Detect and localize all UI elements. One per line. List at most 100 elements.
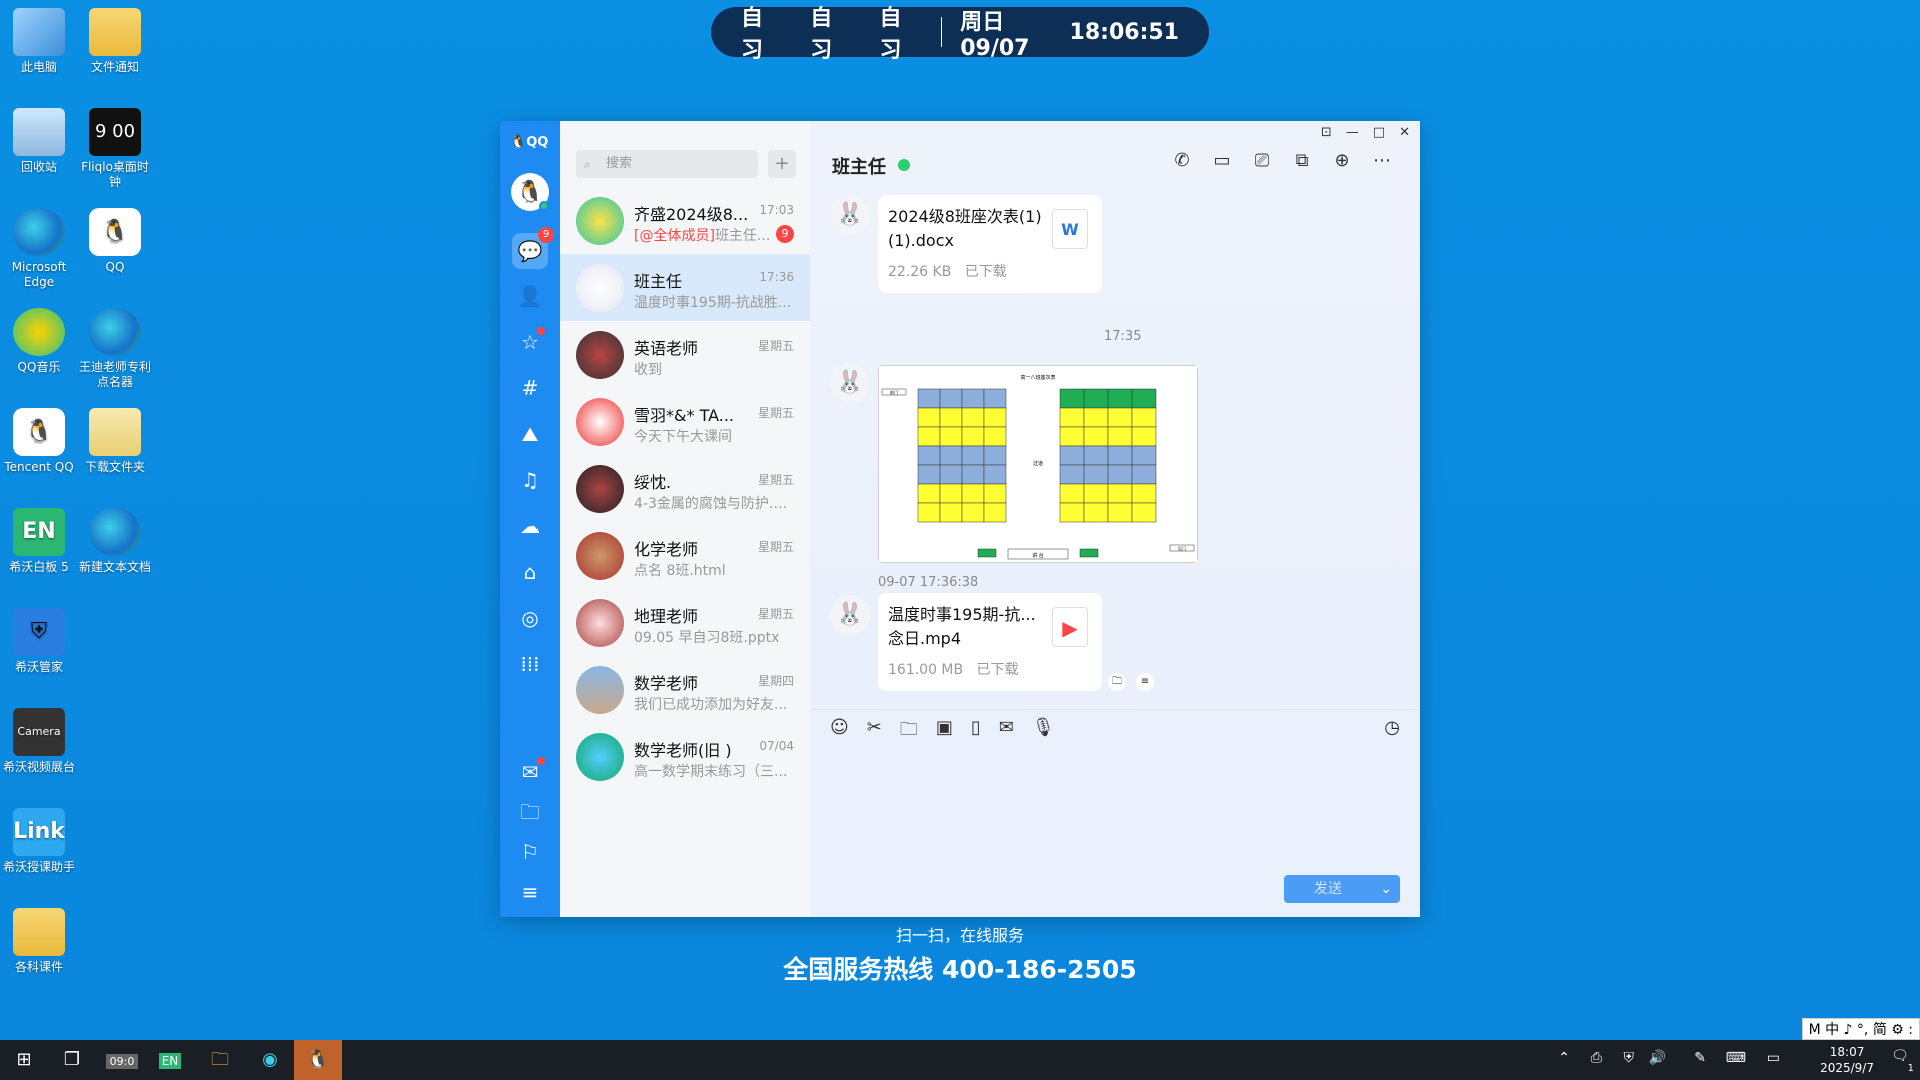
minimize-icon[interactable]: — <box>1346 125 1359 140</box>
taskbar-fliqlo[interactable]: 09:0 <box>98 1040 146 1080</box>
search-input[interactable]: ⌕ 搜索 <box>576 150 758 178</box>
map-nav[interactable]: ⛰ <box>515 419 545 449</box>
desktop-icon[interactable]: ▭ <box>1767 1050 1780 1066</box>
desktop-icon-2[interactable]: 回收站 <box>0 104 78 175</box>
desktop-icon-14[interactable]: Link 希沃授课助手 <box>0 804 78 875</box>
user-avatar[interactable]: 🐧 <box>511 173 549 211</box>
scissors-icon[interactable]: ✂ <box>867 717 882 747</box>
seat-cell <box>1131 464 1157 485</box>
screen-share-icon[interactable]: ⎚ <box>1250 149 1274 173</box>
desktop-icon-7[interactable]: 王迪老师专利点名器 <box>76 304 154 390</box>
seat-cell <box>983 483 1007 504</box>
desktop-icon-11[interactable]: 新建文本文档 <box>76 504 154 575</box>
desktop-icon-8[interactable]: 🐧 Tencent QQ <box>0 404 78 475</box>
chevron-down-icon[interactable]: ⌄ <box>1380 875 1392 903</box>
weather-nav[interactable]: ☁ <box>515 511 545 541</box>
emoji-icon[interactable]: ☺ <box>830 717 849 747</box>
podium-label: 讲 台 <box>1032 552 1044 559</box>
desktop-icon-0[interactable]: 此电脑 <box>0 4 78 75</box>
microphone-icon[interactable]: 🎙 <box>1032 717 1055 747</box>
desktop-icon-13[interactable]: Camera 希沃视频展台 <box>0 704 78 775</box>
taskbar-clock[interactable]: 18:07 2025/9/7 <box>1820 1044 1874 1076</box>
screenshot-icon[interactable]: ⧉ <box>1290 149 1314 173</box>
red-packet-icon[interactable]: ✉ <box>999 717 1014 747</box>
maximize-icon[interactable]: □ <box>1373 125 1385 140</box>
sender-avatar[interactable]: 🐰 <box>830 363 870 403</box>
sender-avatar[interactable]: 🐰 <box>830 595 870 635</box>
chat-preview: 我们已成功添加为好友... <box>634 694 794 714</box>
network-icon[interactable]: ⎙ <box>1591 1050 1602 1066</box>
chat-preview: 今天下午大课间 <box>634 426 794 446</box>
pen-icon[interactable]: ✎ <box>1694 1050 1706 1066</box>
taskbar-edge[interactable]: ◉ <box>246 1040 294 1080</box>
history-clock-icon[interactable]: ◷ <box>1384 717 1400 738</box>
qq-window: 🐧QQ 🐧 💬 9 👤 ☆ # ⛰ ♫ ☁ ⌂ ◎ ⁞⁞⁞ ✉ 🗀 ⚐ ≡ ⌕ … <box>500 121 1420 917</box>
keyboard-icon[interactable]: ⌨ <box>1726 1050 1746 1066</box>
desktop-icon-1[interactable]: 文件通知 <box>76 4 154 75</box>
chat-list-item[interactable]: 英语老师 星期五 收到 <box>560 321 810 388</box>
taskbar-qq[interactable]: 🐧 <box>294 1040 342 1080</box>
docs-nav[interactable]: ⌂ <box>515 557 545 587</box>
favorites-nav[interactable]: ☆ <box>515 327 545 357</box>
desktop-icon-10[interactable]: EN 希沃白板 5 <box>0 504 78 575</box>
open-folder-icon[interactable]: 🗀 <box>1108 673 1126 691</box>
close-icon[interactable]: ✕ <box>1399 125 1410 140</box>
files-nav[interactable]: 🗀 <box>515 797 545 827</box>
menu-nav[interactable]: ≡ <box>515 877 545 907</box>
conversation-toolbar: ✆ ▭ ⎚ ⧉ ⊕ ⋯ <box>1170 149 1394 173</box>
file-message-mp4[interactable]: 温度时事195期-抗...念日.mp4 161.00 MB 已下载 ▶ <box>878 593 1102 691</box>
volume-icon[interactable]: 🔊 <box>1649 1050 1666 1066</box>
desktop-icon-4[interactable]: Microsoft Edge <box>0 204 78 290</box>
chat-list-item[interactable]: 齐盛2024级8... 17:03 [@全体成员]班主任... 9 <box>560 187 810 254</box>
desktop-icon-6[interactable]: QQ音乐 <box>0 304 78 375</box>
image-icon[interactable]: ▣ <box>936 717 953 747</box>
chat-list-item[interactable]: 地理老师 星期五 09.05 早自习8班.pptx <box>560 589 810 656</box>
folder-icon: 🗀 <box>520 800 540 824</box>
games-nav[interactable]: ◎ <box>515 603 545 633</box>
apps-nav[interactable]: ⁞⁞⁞ <box>515 649 545 679</box>
chat-name: 化学老师 <box>634 540 699 559</box>
taskbar-explorer[interactable]: 🗀 <box>196 1040 244 1080</box>
add-icon[interactable]: ⊕ <box>1330 149 1354 173</box>
rabbit-icon: 🐰 <box>836 202 864 227</box>
task-view-button[interactable]: ❐ <box>48 1040 96 1080</box>
chat-list-item[interactable]: 数学老师(旧 ) 07/04 高一数学期末练习（三... <box>560 723 810 790</box>
bookmarks-nav[interactable]: ⚐ <box>515 837 545 867</box>
chat-list-item[interactable]: 数学老师 星期四 我们已成功添加为好友... <box>560 656 810 723</box>
phone-icon[interactable]: ✆ <box>1170 149 1194 173</box>
more-icon[interactable]: ⋯ <box>1370 149 1394 173</box>
chat-list-item[interactable]: 班主任 17:36 温度时事195期-抗战胜... <box>560 254 810 321</box>
notification-button[interactable]: 🗨 1 <box>1888 1048 1914 1074</box>
video-call-icon[interactable]: ▭ <box>1210 149 1234 173</box>
mail-nav[interactable]: ✉ <box>515 757 545 787</box>
desktop-icon-9[interactable]: 下载文件夹 <box>76 404 154 475</box>
messages-nav[interactable]: 💬 9 <box>512 227 554 269</box>
seat-cell <box>1083 407 1109 428</box>
image-message[interactable]: 高一八班座次表 过道讲 台 前门 后门 <box>878 365 1198 563</box>
easinote-icon: EN <box>13 508 65 556</box>
contacts-nav[interactable]: 👤 <box>515 281 545 311</box>
add-button[interactable]: + <box>768 150 796 178</box>
folder-icon[interactable]: 🗀 <box>900 717 918 747</box>
desktop-icon-12[interactable]: ⛨ 希沃管家 <box>0 604 78 675</box>
sender-avatar[interactable]: 🐰 <box>830 195 870 235</box>
start-button[interactable]: ⊞ <box>0 1040 48 1080</box>
send-button[interactable]: 发送 ⌄ <box>1284 875 1400 903</box>
chat-list-item[interactable]: 化学老师 星期五 点名 8班.html <box>560 522 810 589</box>
desktop-icon-5[interactable]: 🐧 QQ <box>76 204 154 275</box>
seat-cell <box>983 445 1007 466</box>
security-icon[interactable]: ⛨ <box>1624 1050 1635 1066</box>
ime-toolbar[interactable]: M 中 ♪ °, 简 ⚙ : <box>1801 1018 1920 1040</box>
taskbar-easinote[interactable]: EN <box>146 1040 194 1080</box>
chat-name: 齐盛2024级8... <box>634 205 749 224</box>
chevron-up-icon[interactable]: ⌃ <box>1558 1050 1570 1066</box>
file-message-docx[interactable]: 2024级8班座次表(1)(1).docx 22.26 KB 已下载 W <box>878 195 1102 293</box>
channels-nav[interactable]: # <box>515 373 545 403</box>
music-nav[interactable]: ♫ <box>515 465 545 495</box>
pin-icon[interactable]: ⊡ <box>1321 125 1332 140</box>
list-icon[interactable]: ≡ <box>1136 673 1154 691</box>
shake-icon[interactable]: ▯ <box>971 717 981 747</box>
desktop-icon-3[interactable]: 9 00 Fliqlo桌面时钟 <box>76 104 154 190</box>
chat-list-item[interactable]: 雪羽*&* TA... 星期五 今天下午大课间 <box>560 388 810 455</box>
chat-list-item[interactable]: 绥忱. 星期五 4-3金属的腐蚀与防护.p... <box>560 455 810 522</box>
